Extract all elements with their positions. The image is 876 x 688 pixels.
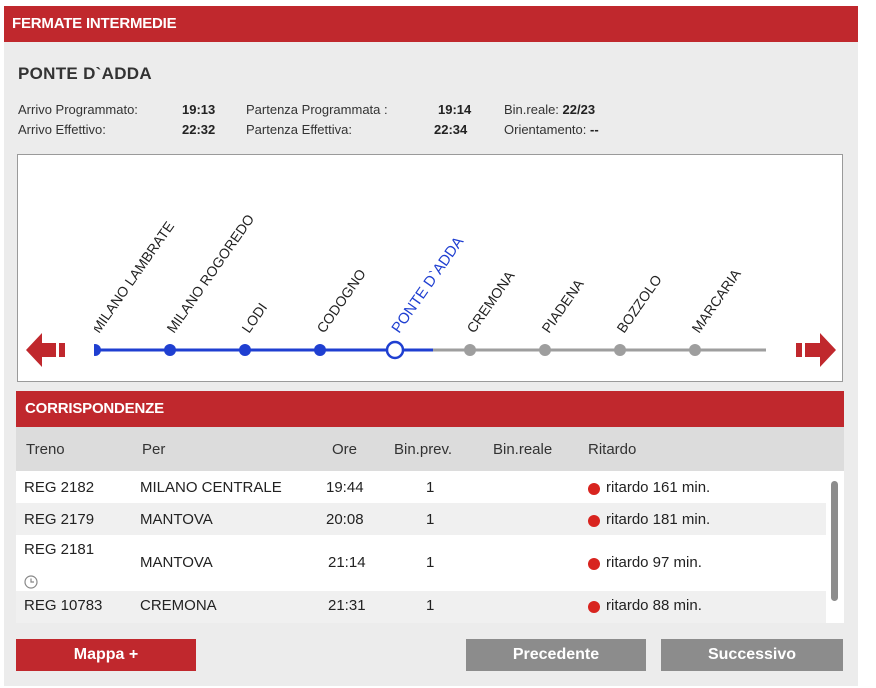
- route-stop-dot[interactable]: [614, 344, 626, 356]
- route-stop-dot[interactable]: [314, 344, 326, 356]
- row-ore: 21:14: [328, 554, 366, 571]
- delay-dot-icon: [588, 483, 600, 495]
- row-treno: REG 10783: [24, 597, 103, 614]
- partenza-programmata-value: 19:14: [438, 102, 472, 117]
- row-per: MANTOVA: [140, 511, 213, 528]
- row-ritardo: ritardo 161 min.: [606, 479, 711, 496]
- partenza-programmata-label: Partenza Programmata :: [246, 102, 388, 117]
- route-stop-label: MILANO LAMBRATE: [88, 218, 177, 335]
- row-treno: REG 2181: [24, 541, 95, 558]
- orientamento-value: --: [590, 122, 599, 137]
- partenza-effettiva-label: Partenza Effettiva:: [246, 122, 352, 137]
- row-bin-prev: 1: [426, 554, 435, 571]
- column-treno: Treno: [26, 441, 65, 458]
- next-button[interactable]: Successivo: [661, 639, 843, 671]
- column-ore: Ore: [332, 441, 358, 458]
- row-per: CREMONA: [140, 597, 217, 614]
- route-stop-dot[interactable]: [239, 344, 251, 356]
- delay-dot-icon: [588, 558, 600, 570]
- table-row[interactable]: REG 2179 MANTOVA 20:08 1 ritardo 181 min…: [16, 503, 826, 535]
- arrival-info: Arrivo Programmato: 19:13 Arrivo Effetti…: [18, 100, 228, 140]
- route-stop-label: PONTE D`ADDA: [388, 234, 467, 337]
- arrivo-programmato-label: Arrivo Programmato:: [18, 102, 138, 117]
- bin-reale-value: 22/23: [562, 102, 596, 117]
- previous-button[interactable]: Precedente: [466, 639, 646, 671]
- row-ritardo: ritardo 97 min.: [606, 554, 702, 571]
- row-ore: 20:08: [326, 511, 364, 528]
- arrow-right-icon: [805, 333, 836, 367]
- delay-dot-icon: [588, 601, 600, 613]
- row-treno: REG 2179: [24, 511, 95, 528]
- route-map: 'RALE MILANO LAMBRATE MILANO ROGOREDO LODI C…: [17, 154, 843, 382]
- route-stop-dot[interactable]: [539, 344, 551, 356]
- arrivo-effettivo-label: Arrivo Effettivo:: [18, 122, 106, 137]
- column-bin-prev: Bin.prev.: [394, 441, 453, 458]
- table-row[interactable]: REG 2181 MANTOVA 21:14 1 ritardo 97 min.: [16, 535, 826, 591]
- route-stop-label: LODI: [238, 300, 270, 336]
- connections-table-header: Treno Per Ore Bin.prev. Bin.reale Ritard…: [16, 427, 844, 471]
- connections-table-body: REG 2182 MILANO CENTRALE 19:44 1 ritardo…: [16, 471, 844, 623]
- column-per: Per: [142, 441, 166, 458]
- route-stop-dot[interactable]: [385, 340, 405, 360]
- route-stop-label: BOZZOLO: [613, 272, 665, 336]
- row-ritardo: ritardo 181 min.: [606, 511, 711, 528]
- intermediate-stops-panel: FERMATE INTERMEDIE PONTE D`ADDA Arrivo P…: [4, 6, 858, 686]
- row-bin-prev: 1: [426, 597, 435, 614]
- row-ore: 21:31: [328, 597, 366, 614]
- bin-reale-label: Bin.reale:: [504, 102, 559, 117]
- orientamento-label: Orientamento:: [504, 122, 587, 137]
- column-bin-reale: Bin.reale: [493, 441, 553, 458]
- row-per: MANTOVA: [140, 554, 213, 571]
- row-per: MILANO CENTRALE: [140, 479, 282, 496]
- connections-scrollbar[interactable]: [828, 471, 842, 623]
- route-stop-label: CODOGNO: [313, 266, 369, 336]
- arrow-left-icon: [26, 333, 56, 367]
- clock-icon: [24, 575, 38, 589]
- row-bin-prev: 1: [426, 511, 435, 528]
- partenza-effettiva-value: 22:34: [434, 122, 468, 137]
- route-stop-label: MARCARIA: [688, 265, 744, 335]
- route-stop-label: CREMONA: [463, 267, 518, 335]
- station-name: PONTE D`ADDA: [18, 64, 152, 83]
- route-stop-dot[interactable]: [164, 344, 176, 356]
- arrivo-programmato-value: 19:13: [182, 102, 216, 117]
- route-stop-dot[interactable]: [689, 344, 701, 356]
- row-bin-prev: 1: [426, 479, 435, 496]
- row-treno: REG 2182: [24, 479, 95, 496]
- route-map-svg: 'RALE MILANO LAMBRATEMILANO ROGOREDOLODI C…: [18, 211, 836, 367]
- route-stop-dot[interactable]: [89, 344, 101, 356]
- panel-title: FERMATE INTERMEDIE: [4, 6, 858, 42]
- route-stop-label: 'RALE: [18, 294, 49, 335]
- scrollbar-thumb[interactable]: [831, 481, 838, 601]
- map-button[interactable]: Mappa +: [16, 639, 196, 671]
- table-row[interactable]: REG 10783 CREMONA 21:31 1 ritardo 88 min…: [16, 591, 826, 623]
- route-stop-label: MILANO ROGOREDO: [163, 211, 257, 336]
- row-ritardo: ritardo 88 min.: [606, 597, 702, 614]
- connections-title: CORRISPONDENZE: [16, 391, 844, 427]
- route-stop-label: PIADENA: [538, 276, 587, 336]
- row-ore: 19:44: [326, 479, 364, 496]
- scroll-left-arrow[interactable]: [26, 333, 65, 367]
- arrivo-effettivo-value: 22:32: [182, 122, 216, 137]
- delay-dot-icon: [588, 515, 600, 527]
- departure-info: Partenza Programmata : 19:14 Partenza Ef…: [246, 100, 486, 140]
- platform-info: Bin.reale: 22/23 Orientamento: --: [504, 100, 704, 140]
- column-ritardo: Ritardo: [588, 441, 637, 458]
- route-stop-dot[interactable]: [18, 344, 26, 356]
- scroll-right-arrow[interactable]: [796, 333, 836, 367]
- route-stop-dot[interactable]: [464, 344, 476, 356]
- table-row[interactable]: REG 2182 MILANO CENTRALE 19:44 1 ritardo…: [16, 471, 826, 503]
